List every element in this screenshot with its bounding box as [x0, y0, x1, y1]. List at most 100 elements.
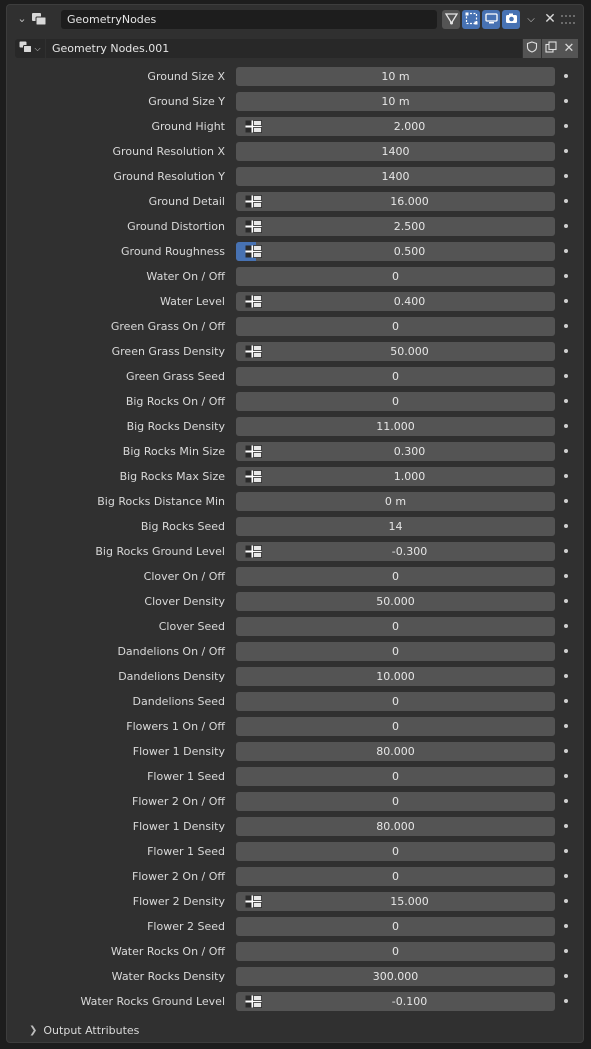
property-value-field[interactable]: 0: [236, 317, 555, 336]
node-group-browse-button[interactable]: ⌵: [15, 39, 45, 58]
render-toggle[interactable]: [502, 10, 520, 29]
attribute-toggle-icon[interactable]: [245, 245, 262, 258]
keyframe-dot-icon[interactable]: [564, 474, 568, 478]
keyframe-dot-icon[interactable]: [564, 499, 568, 503]
property-value-field[interactable]: 0.300: [236, 442, 555, 461]
property-value-field[interactable]: 2.000: [236, 117, 555, 136]
remove-modifier-button[interactable]: ✕: [541, 10, 559, 29]
attribute-toggle-icon[interactable]: [245, 895, 262, 908]
property-value-field[interactable]: 0.400: [236, 292, 555, 311]
keyframe-dot-icon[interactable]: [564, 974, 568, 978]
property-value-field[interactable]: 50.000: [236, 592, 555, 611]
property-value-field[interactable]: 80.000: [236, 742, 555, 761]
chevron-down-icon[interactable]: ⌄: [15, 12, 29, 26]
keyframe-dot-icon[interactable]: [564, 574, 568, 578]
property-value-field[interactable]: 50.000: [236, 342, 555, 361]
keyframe-dot-icon[interactable]: [564, 299, 568, 303]
on-cage-toggle[interactable]: [462, 10, 480, 29]
keyframe-dot-icon[interactable]: [564, 599, 568, 603]
keyframe-dot-icon[interactable]: [564, 524, 568, 528]
attribute-toggle-icon[interactable]: [245, 545, 262, 558]
keyframe-dot-icon[interactable]: [564, 449, 568, 453]
attribute-toggle-icon[interactable]: [245, 345, 262, 358]
keyframe-dot-icon[interactable]: [564, 324, 568, 328]
property-value-field[interactable]: 10 m: [236, 92, 555, 111]
attribute-toggle-icon[interactable]: [245, 295, 262, 308]
keyframe-dot-icon[interactable]: [564, 349, 568, 353]
property-value-field[interactable]: 80.000: [236, 817, 555, 836]
keyframe-dot-icon[interactable]: [564, 999, 568, 1003]
property-value-field[interactable]: 10 m: [236, 67, 555, 86]
property-value-field[interactable]: 10.000: [236, 667, 555, 686]
property-value-field[interactable]: 0: [236, 267, 555, 286]
property-value-field[interactable]: 0: [236, 867, 555, 886]
property-value-field[interactable]: 0: [236, 842, 555, 861]
attribute-toggle-icon[interactable]: [245, 445, 262, 458]
property-value-field[interactable]: 0: [236, 567, 555, 586]
keyframe-dot-icon[interactable]: [564, 849, 568, 853]
keyframe-dot-icon[interactable]: [564, 724, 568, 728]
keyframe-dot-icon[interactable]: [564, 224, 568, 228]
unlink-node-group-button[interactable]: ✕: [560, 39, 578, 58]
keyframe-dot-icon[interactable]: [564, 124, 568, 128]
property-value-field[interactable]: 300.000: [236, 967, 555, 986]
keyframe-dot-icon[interactable]: [564, 949, 568, 953]
keyframe-dot-icon[interactable]: [564, 649, 568, 653]
keyframe-dot-icon[interactable]: [564, 149, 568, 153]
duplicate-node-group-button[interactable]: [542, 39, 560, 58]
fake-user-button[interactable]: [523, 39, 541, 58]
property-value-field[interactable]: 16.000: [236, 192, 555, 211]
property-value-field[interactable]: 14: [236, 517, 555, 536]
property-value-field[interactable]: 0: [236, 692, 555, 711]
property-value-field[interactable]: -0.300: [236, 542, 555, 561]
node-group-name-field[interactable]: Geometry Nodes.001: [46, 39, 522, 58]
property-value-field[interactable]: 0: [236, 617, 555, 636]
property-value-field[interactable]: 0: [236, 367, 555, 386]
modifier-name-input[interactable]: GeometryNodes: [61, 10, 437, 29]
keyframe-dot-icon[interactable]: [564, 249, 568, 253]
property-value-field[interactable]: 0: [236, 642, 555, 661]
keyframe-dot-icon[interactable]: [564, 749, 568, 753]
output-attributes-subpanel[interactable]: ❯ Output Attributes: [29, 1022, 139, 1040]
property-value-field[interactable]: 0: [236, 792, 555, 811]
property-value-field[interactable]: 0 m: [236, 492, 555, 511]
attribute-toggle-icon[interactable]: [245, 120, 262, 133]
extra-options-dropdown[interactable]: ⌵: [523, 10, 539, 29]
keyframe-dot-icon[interactable]: [564, 399, 568, 403]
keyframe-dot-icon[interactable]: [564, 374, 568, 378]
keyframe-dot-icon[interactable]: [564, 549, 568, 553]
keyframe-dot-icon[interactable]: [564, 899, 568, 903]
keyframe-dot-icon[interactable]: [564, 874, 568, 878]
property-value-field[interactable]: 0: [236, 917, 555, 936]
property-value-field[interactable]: 0.500: [236, 242, 555, 261]
property-value-field[interactable]: 1400: [236, 167, 555, 186]
keyframe-dot-icon[interactable]: [564, 74, 568, 78]
property-value-field[interactable]: 0: [236, 942, 555, 961]
keyframe-dot-icon[interactable]: [564, 924, 568, 928]
keyframe-dot-icon[interactable]: [564, 99, 568, 103]
keyframe-dot-icon[interactable]: [564, 199, 568, 203]
keyframe-dot-icon[interactable]: [564, 799, 568, 803]
property-value-field[interactable]: 1400: [236, 142, 555, 161]
property-value-field[interactable]: 0: [236, 717, 555, 736]
property-value-field[interactable]: 0: [236, 392, 555, 411]
attribute-toggle-icon[interactable]: [245, 195, 262, 208]
keyframe-dot-icon[interactable]: [564, 824, 568, 828]
property-value-field[interactable]: 1.000: [236, 467, 555, 486]
property-value-field[interactable]: -0.100: [236, 992, 555, 1011]
realtime-display-toggle[interactable]: [482, 10, 500, 29]
attribute-toggle-icon[interactable]: [245, 220, 262, 233]
property-value-field[interactable]: 2.500: [236, 217, 555, 236]
attribute-toggle-icon[interactable]: [245, 995, 262, 1008]
keyframe-dot-icon[interactable]: [564, 674, 568, 678]
edit-mode-toggle[interactable]: [442, 10, 460, 29]
keyframe-dot-icon[interactable]: [564, 699, 568, 703]
keyframe-dot-icon[interactable]: [564, 624, 568, 628]
attribute-toggle-icon[interactable]: [245, 470, 262, 483]
keyframe-dot-icon[interactable]: [564, 174, 568, 178]
keyframe-dot-icon[interactable]: [564, 424, 568, 428]
property-value-field[interactable]: 0: [236, 767, 555, 786]
property-value-field[interactable]: 15.000: [236, 892, 555, 911]
keyframe-dot-icon[interactable]: [564, 774, 568, 778]
keyframe-dot-icon[interactable]: [564, 274, 568, 278]
